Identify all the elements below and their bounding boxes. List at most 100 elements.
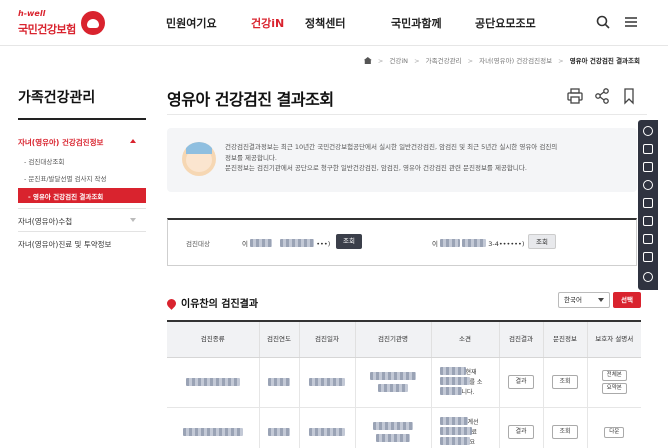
sidebar-sub-questionnaire[interactable]: 문진표/발달선별 검사지 작성 [24,173,106,183]
select-language-button[interactable]: 선택 [613,292,641,308]
nav-with-citizens[interactable]: 국민과함께 [391,15,442,31]
col-header-opinion: 소견 [431,320,500,358]
cell-opinion: 계선 료 요 [431,407,500,448]
calendar-icon[interactable] [643,216,653,226]
col-header-survey: 문진정보 [543,320,588,358]
opinion-fragment: 요 [469,439,476,446]
title-divider [167,114,647,115]
document-icon[interactable] [643,144,653,154]
child-name-1: 이 •••) [242,238,330,248]
bookmark-icon[interactable] [619,86,639,106]
masked-value [378,383,408,392]
masked-name [250,239,273,247]
masked-value [439,427,472,435]
chat-icon[interactable] [643,272,653,282]
breadcrumb-separator: > [377,57,384,65]
table-header-row: 검진종류 검진연도 검진일자 검진기관명 소견 검진결과 문진정보 보호자 설명… [167,320,641,358]
cell-institution [355,357,432,408]
form-icon[interactable] [643,234,653,244]
masked-value [182,427,243,436]
sidebar-item-child-handbook[interactable]: 자녀(영유아)수첩 [18,216,146,227]
lookup-button-child-1[interactable]: 조회 [336,234,362,249]
result-button[interactable]: 결과 [508,425,534,439]
masked-value [439,377,470,385]
copy-icon[interactable] [643,252,653,262]
page-title: 영유아 건강검진 결과조회 [167,90,334,109]
sidebar-divider [18,208,146,209]
baby-illustration-icon [182,142,216,176]
checklist-icon[interactable] [643,162,653,172]
nav-civil-service[interactable]: 민원여기요 [166,15,217,31]
breadcrumb-separator: > [558,57,564,65]
chevron-up-icon [130,139,136,143]
cell-institution [355,407,432,448]
survey-lookup-button[interactable]: 조회 [552,375,578,389]
nhis-logo[interactable]: h-well 국민건강보험 [18,9,108,39]
share-icon[interactable] [592,86,612,106]
language-select[interactable]: 한국어 [558,292,610,308]
chevron-down-icon [130,218,136,222]
breadcrumb: > 건강iN > 가족건강관리 > 자녀(영유아) 건강검진정보 > 영유아 건… [363,55,640,65]
child-name-prefix: 이 [432,240,438,248]
logo-korean: 국민건강보험 [18,23,76,36]
menu-icon[interactable] [623,14,639,30]
guide-full-button[interactable]: 전체본 [601,370,627,381]
child-id-suffix: •••) [316,240,331,248]
cell-year [259,357,300,408]
opinion-fragment: 니다. [461,389,475,396]
opinion-text: 계선 료 요 [432,417,499,447]
masked-value [268,377,290,386]
results-heading: 이유찬의 검진결과 [165,295,259,310]
sidebar-item-child-checkup[interactable]: 자녀(영유아) 건강검진정보 [18,137,146,148]
breadcrumb-item[interactable]: 가족건강관리 [426,57,462,65]
nav-about-nhis[interactable]: 공단요모조모 [475,15,536,31]
phone-icon[interactable] [643,180,653,190]
info-line: 문진정보는 검진기관에서 공단으로 청구한 일반건강검진, 암검진, 영유아 건… [225,164,527,172]
nav-policy-center[interactable]: 정책센터 [305,15,345,31]
cell-opinion: 현재 를 소 니다. [431,357,500,408]
info-line: 정보를 제공합니다. [225,153,277,162]
lock-icon[interactable] [643,198,653,208]
sidebar-item-label: 자녀(영유아)진료 및 투약정보 [18,240,112,249]
guide-download-button[interactable]: 다운 [604,426,625,438]
info-text: 건강검진결과정보는 최근 10년간 국민건강보험공단에서 실시한 일반건강검진,… [225,142,625,174]
checkup-target-panel: 검진대상 이 •••) 조회 이 3-4••••••) 조회 [167,218,637,266]
sidebar-title: 가족건강관리 [18,90,96,106]
search-icon[interactable] [595,14,611,30]
guide-summary-button[interactable]: 요약본 [601,383,627,394]
cell-survey: 조회 [543,407,588,448]
cell-type [167,357,260,408]
sidebar-item-child-treatment[interactable]: 자녀(영유아)진료 및 투약정보 [18,239,146,250]
sidebar-item-label: 자녀(영유아) 건강검진정보 [18,138,104,147]
child-name-2: 이 3-4••••••) [432,238,524,248]
result-button[interactable]: 결과 [508,375,534,389]
print-icon[interactable] [565,86,585,106]
user-icon[interactable] [643,126,653,136]
masked-value [185,377,240,386]
cell-result: 결과 [499,357,544,408]
breadcrumb-separator: > [467,57,474,65]
lookup-button-child-2[interactable]: 조회 [528,234,556,249]
breadcrumb-item[interactable]: 건강iN [389,57,408,65]
col-header-date: 검진일자 [299,320,356,358]
logo-english: h-well [18,9,46,18]
sidebar-sub-target-lookup[interactable]: 검진대상조회 [24,156,64,166]
opinion-fragment: 현재 [465,369,477,376]
results-title: 이유찬의 검진결과 [181,299,259,310]
breadcrumb-item[interactable]: 자녀(영유아) 건강검진정보 [479,57,552,65]
col-header-type: 검진종류 [167,320,260,358]
child-id-suffix: 3-4••••••) [488,240,525,248]
cell-date [299,357,356,408]
nav-health-in[interactable]: 건강iN [251,15,284,31]
survey-lookup-button[interactable]: 조회 [552,425,578,439]
masked-value [439,437,470,445]
opinion-text: 현재 를 소 니다. [432,367,499,397]
home-icon[interactable] [363,57,372,64]
col-header-institution: 검진기관명 [355,320,432,358]
masked-value [439,387,462,395]
cell-date [299,407,356,448]
target-label: 검진대상 [186,240,210,248]
sidebar-divider [18,231,146,232]
sidebar-sub-result-lookup[interactable]: 영유아 건강검진 결과조회 [18,188,146,203]
cell-survey: 조회 [543,357,588,408]
